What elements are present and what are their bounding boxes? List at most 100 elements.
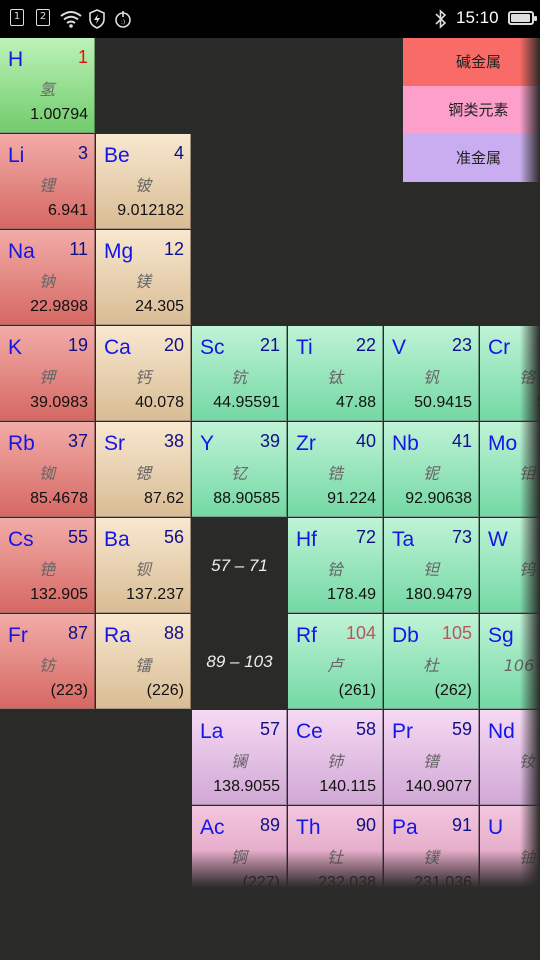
element-name: 钫 — [38, 656, 55, 675]
battery-saver-icon: :) — [115, 11, 131, 28]
element-symbol: Ac — [200, 816, 225, 839]
element-name: 镁 — [134, 272, 151, 291]
element-cell-ta[interactable]: Ta 73 钽 180.9479 — [384, 518, 479, 613]
element-cell-ca[interactable]: Ca 20 钙 40.078 — [96, 326, 191, 421]
element-cell-ra[interactable]: Ra 88 镭 (226) — [96, 614, 191, 709]
legend: 碱金属 锕类元素 准金属 — [403, 38, 540, 182]
element-name: 钠 — [38, 272, 55, 291]
element-cell-nd[interactable]: Nd钕14 — [480, 710, 540, 805]
atomic-number: 3 — [77, 143, 88, 163]
element-name: 铀 — [518, 848, 535, 867]
element-cell-nb[interactable]: Nb 41 铌 92.90638 — [384, 422, 479, 517]
atomic-mass: 24.305 — [135, 298, 184, 315]
legend-item-alkali-metal[interactable]: 碱金属 — [403, 38, 540, 86]
sim2-icon: 2 — [36, 9, 50, 26]
wifi-icon — [60, 11, 82, 28]
element-symbol: Db — [392, 624, 419, 647]
element-cell-mg[interactable]: Mg 12 镁 24.305 — [96, 230, 191, 325]
element-cell-zr[interactable]: Zr 40 锆 91.224 — [288, 422, 383, 517]
atomic-mass: (223) — [50, 682, 88, 699]
element-symbol: Sr — [104, 432, 125, 455]
element-name: 钒 — [422, 368, 439, 387]
atomic-mass: (226) — [146, 682, 184, 699]
element-symbol: Zr — [296, 432, 316, 455]
element-symbol: V — [392, 336, 407, 359]
element-cell-th[interactable]: Th 90 钍 232.038 — [288, 806, 383, 888]
element-cell-cr[interactable]: Cr铬51.9 — [480, 326, 540, 421]
atomic-number: 38 — [163, 431, 184, 451]
element-cell-db[interactable]: Db 105 杜 (262) — [384, 614, 479, 709]
legend-item-actinide[interactable]: 锕类元素 — [403, 86, 540, 134]
element-name: 氢 — [38, 80, 55, 99]
element-cell-cs[interactable]: Cs 55 铯 132.905 — [0, 518, 95, 613]
element-name: 铯 — [38, 560, 55, 579]
element-cell-v[interactable]: V 23 钒 50.9415 — [384, 326, 479, 421]
atomic-number: 41 — [451, 431, 472, 451]
element-cell-u[interactable]: U铀238 — [480, 806, 540, 888]
atomic-number: 20 — [163, 335, 184, 355]
element-cell-pa[interactable]: Pa 91 镤 231.036 — [384, 806, 479, 888]
atomic-number: 104 — [345, 623, 376, 643]
element-symbol: Li — [8, 144, 25, 167]
element-cell-ba[interactable]: Ba 56 钡 137.237 — [96, 518, 191, 613]
element-cell-h[interactable]: H 1 氢 1.00794 — [0, 38, 95, 133]
atomic-mass: 47.88 — [335, 394, 376, 411]
atomic-mass: (227) — [242, 874, 280, 888]
bluetooth-icon — [435, 9, 447, 29]
element-name: 锂 — [38, 176, 55, 195]
element-cell-li[interactable]: Li 3 锂 6.941 — [0, 134, 95, 229]
element-cell-w[interactable]: W钨18 — [480, 518, 540, 613]
element-name: 钛 — [326, 368, 343, 387]
atomic-number: 105 — [441, 623, 472, 643]
element-name: 钨 — [518, 560, 535, 579]
element-cell-pr[interactable]: Pr 59 镨 140.9077 — [384, 710, 479, 805]
element-cell-hf[interactable]: Hf 72 铪 178.49 — [288, 518, 383, 613]
atomic-mass: 91.224 — [327, 490, 376, 507]
element-cell-sr[interactable]: Sr 38 锶 87.62 — [96, 422, 191, 517]
atomic-mass: 44.95591 — [213, 394, 280, 411]
atomic-mass: 132.905 — [30, 586, 88, 603]
element-name: 钾 — [38, 368, 55, 387]
element-name: 106号 — [503, 656, 540, 675]
legend-item-metalloid[interactable]: 准金属 — [403, 134, 540, 182]
element-name: 锕 — [230, 848, 247, 867]
lanthanide-range-label: 57 – 71 — [211, 556, 268, 575]
element-cell-ce[interactable]: Ce 58 铈 140.115 — [288, 710, 383, 805]
element-symbol: Na — [8, 240, 35, 263]
element-name: 镤 — [422, 848, 439, 867]
element-symbol: Nb — [392, 432, 419, 455]
atomic-number: 1 — [77, 47, 88, 67]
atomic-mass: 137.237 — [126, 586, 184, 603]
element-cell-na[interactable]: Na 11 钠 22.9898 — [0, 230, 95, 325]
atomic-mass: (261) — [338, 682, 376, 699]
element-symbol: Pa — [392, 816, 418, 839]
element-symbol: Ta — [392, 528, 415, 551]
atomic-mass: 88.90585 — [213, 490, 280, 507]
element-cell-rb[interactable]: Rb 37 铷 85.4678 — [0, 422, 95, 517]
element-cell-la[interactable]: La 57 镧 138.9055 — [192, 710, 287, 805]
element-cell-sc[interactable]: Sc 21 钪 44.95591 — [192, 326, 287, 421]
element-symbol: U — [488, 816, 504, 839]
actinide-range-label: 89 – 103 — [206, 652, 273, 671]
atomic-number: 91 — [451, 815, 472, 835]
element-cell-mo[interactable]: Mo钼9 — [480, 422, 540, 517]
element-cell-y[interactable]: Y 39 钇 88.90585 — [192, 422, 287, 517]
element-symbol: Fr — [8, 624, 28, 647]
element-cell-ti[interactable]: Ti 22 钛 47.88 — [288, 326, 383, 421]
atomic-number: 23 — [451, 335, 472, 355]
element-cell-rf[interactable]: Rf 104 卢 (261) — [288, 614, 383, 709]
element-cell-fr[interactable]: Fr 87 钫 (223) — [0, 614, 95, 709]
element-cell-ac[interactable]: Ac 89 锕 (227) — [192, 806, 287, 888]
atomic-mass: 180.9479 — [405, 586, 472, 603]
element-cell-sg[interactable]: Sg106号( — [480, 614, 540, 709]
atomic-mass: 6.941 — [47, 202, 88, 219]
atomic-number: 56 — [163, 527, 184, 547]
element-symbol: Cr — [488, 336, 511, 359]
element-symbol: W — [488, 528, 508, 551]
atomic-number: 58 — [355, 719, 376, 739]
atomic-mass: 1.00794 — [30, 106, 88, 123]
element-name: 镨 — [422, 752, 439, 771]
element-cell-be[interactable]: Be 4 铍 9.012182 — [96, 134, 191, 229]
element-cell-k[interactable]: K 19 钾 39.0983 — [0, 326, 95, 421]
element-name: 锶 — [134, 464, 151, 483]
